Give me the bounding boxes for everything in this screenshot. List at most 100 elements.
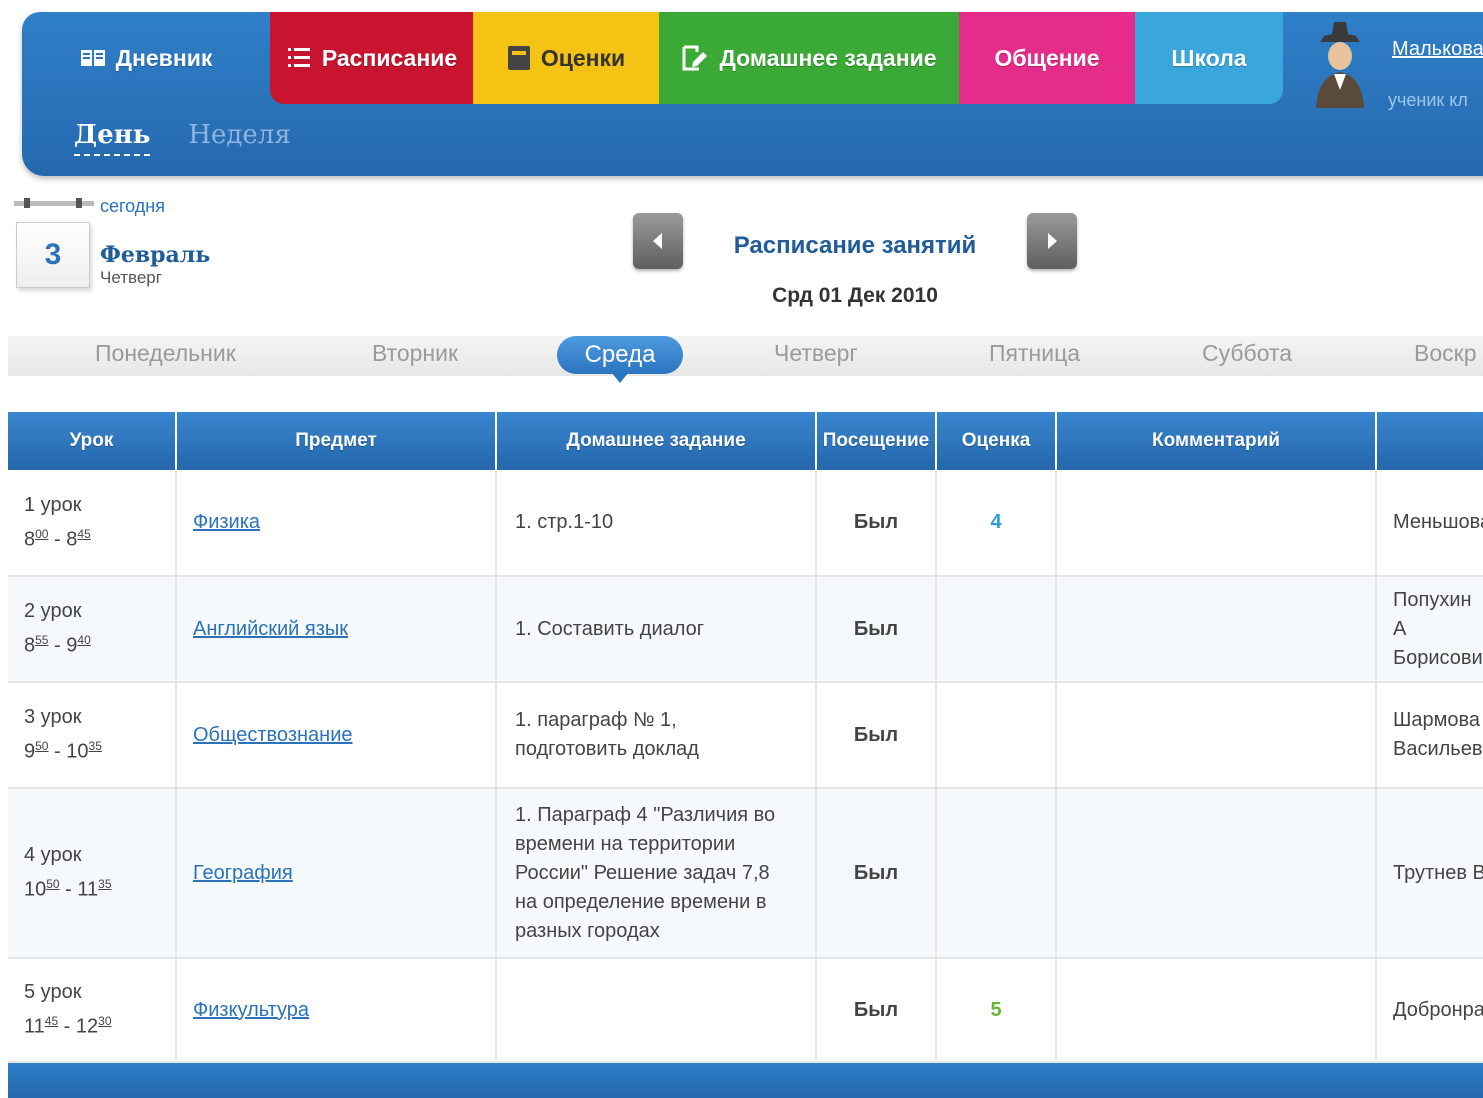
next-day-button[interactable]	[1027, 213, 1077, 269]
calendar-month: Февраль	[100, 242, 211, 268]
tab-tuesday[interactable]: Вторник	[372, 340, 458, 367]
lesson-cell: 4 урок 1050 - 1135	[8, 788, 177, 959]
subject-cell: Английский язык	[176, 576, 497, 683]
start-minutes: 50	[35, 739, 49, 754]
table-row: 3 урок 950 - 1035 Обществознание 1. парагра…	[8, 682, 1483, 789]
col-header-teacher	[1376, 412, 1483, 470]
avatar[interactable]	[1312, 20, 1368, 108]
subject-link[interactable]: Обществознание	[193, 724, 353, 746]
attendance-cell: Был	[816, 788, 937, 959]
col-header-attendance: Посещение	[816, 412, 937, 470]
footer-bar	[8, 1063, 1483, 1098]
lesson-cell: 3 урок 950 - 1035	[8, 682, 177, 789]
table-header-row: Урок Предмет Домашнее задание Посещение …	[8, 412, 1483, 470]
attendance-cell: Был	[816, 470, 937, 577]
col-header-lesson: Урок	[8, 412, 177, 470]
end-hour: 10	[66, 740, 89, 763]
list-icon	[286, 45, 312, 71]
tab-thursday[interactable]: Четверг	[774, 340, 858, 367]
end-hour: 9	[66, 634, 78, 657]
tab-day[interactable]: День	[74, 120, 151, 156]
nav-homework[interactable]: Домашнее задание	[659, 12, 959, 104]
mark-cell: 4	[936, 470, 1057, 577]
mark-cell	[936, 682, 1057, 789]
subject-cell: География	[176, 788, 497, 959]
end-minutes: 30	[98, 1014, 112, 1029]
user-role: ученик кл	[1388, 90, 1468, 110]
nav-school[interactable]: Школа	[1135, 12, 1283, 104]
teacher-cell: Добронра	[1376, 958, 1483, 1063]
nav-diary-label: Дневник	[115, 44, 213, 71]
homework-cell: 1. параграф № 1, подготовить доклад	[496, 682, 817, 789]
tab-saturday[interactable]: Суббота	[1202, 340, 1292, 367]
col-header-mark: Оценка	[936, 412, 1057, 470]
calendar-rings-icon	[14, 198, 94, 208]
edit-icon	[681, 44, 709, 72]
subject-cell: Физика	[176, 470, 497, 577]
subject-cell: Обществознание	[176, 682, 497, 789]
lesson-number: 1 урок	[24, 493, 82, 516]
start-hour: 8	[24, 528, 36, 551]
today-link[interactable]: сегодня	[100, 196, 165, 217]
table-row: 2 урок 855 - 940 Английский язык 1. Состави…	[8, 576, 1483, 683]
end-hour: 12	[75, 1015, 99, 1038]
nav-marks-label: Оценки	[540, 44, 626, 71]
mark-cell	[936, 576, 1057, 683]
schedule-title: Расписание занятий	[733, 232, 977, 259]
lesson-time: 800 - 845	[24, 526, 91, 551]
chevron-right-icon	[1048, 233, 1057, 249]
homework-cell	[496, 958, 817, 1063]
lesson-cell: 5 урок 1145 - 1230	[8, 958, 177, 1063]
table-row: 1 урок 800 - 845 Физика 1. стр.1-10 Был 4 Мень…	[8, 470, 1483, 577]
comment-cell	[1056, 576, 1377, 683]
subject-link[interactable]: География	[193, 862, 293, 884]
col-header-homework: Домашнее задание	[496, 412, 817, 470]
lesson-time: 950 - 1035	[24, 739, 102, 763]
nav-diary[interactable]: Дневник	[22, 12, 270, 104]
nav-marks[interactable]: Оценки	[473, 12, 659, 104]
tab-wednesday[interactable]: Среда	[557, 336, 683, 383]
nav-schedule[interactable]: Расписание	[270, 12, 473, 104]
end-minutes: 35	[88, 739, 102, 754]
table-row: 5 урок 1145 - 1230 Физкультура Был 5 Добронра	[8, 958, 1483, 1063]
lesson-time: 1050 - 1135	[24, 877, 112, 901]
subject-link[interactable]: Английский язык	[193, 618, 348, 640]
comment-cell	[1056, 470, 1377, 577]
tab-week[interactable]: Неделя	[188, 120, 290, 156]
end-minutes: 40	[77, 633, 91, 648]
lesson-cell: 1 урок 800 - 845	[8, 470, 177, 577]
lesson-time: 855 - 940	[24, 633, 91, 657]
end-hour: 8	[66, 528, 78, 551]
lesson-number: 4 урок	[24, 844, 82, 867]
prev-day-button[interactable]	[633, 213, 683, 269]
start-minutes: 45	[44, 1014, 59, 1029]
teacher-cell: Шармова Васильев	[1376, 682, 1483, 789]
lesson-number: 3 урок	[24, 706, 82, 729]
start-hour: 8	[24, 634, 36, 657]
col-header-subject: Предмет	[176, 412, 497, 470]
nav-school-label: Школа	[1171, 44, 1247, 71]
view-switcher: День Неделя	[74, 120, 291, 156]
homework-cell: 1. Параграф 4 "Различия во времени на те…	[496, 788, 817, 959]
start-hour: 11	[24, 1015, 45, 1038]
teacher-cell: Меньшова	[1376, 470, 1483, 577]
user-name-link[interactable]: Малькова	[1392, 38, 1483, 61]
tab-monday[interactable]: Понедельник	[95, 340, 236, 367]
end-minutes: 45	[77, 526, 91, 541]
lesson-number: 5 урок	[24, 981, 82, 1004]
tab-sunday[interactable]: Воскр	[1414, 340, 1477, 367]
nav-schedule-label: Расписание	[321, 44, 458, 71]
calendar-day[interactable]: 3	[16, 222, 90, 288]
subject-link[interactable]: Физика	[193, 511, 260, 533]
chevron-left-icon	[653, 233, 662, 249]
tab-friday[interactable]: Пятница	[989, 340, 1080, 367]
top-header: Дневник Расписание Оценки Домашнее задан…	[22, 12, 1483, 176]
nav-communication[interactable]: Общение	[959, 12, 1135, 104]
schedule-date: Срд 01 Дек 2010	[772, 284, 938, 307]
comment-cell	[1056, 682, 1377, 789]
mark-cell: 5	[936, 958, 1057, 1063]
book-icon	[80, 47, 106, 69]
teacher-cell: Попухин А Борисови	[1376, 576, 1483, 683]
table-row: 4 урок 1050 - 1135 География 1. Параграф 4 …	[8, 788, 1483, 959]
subject-link[interactable]: Физкультура	[193, 999, 309, 1021]
